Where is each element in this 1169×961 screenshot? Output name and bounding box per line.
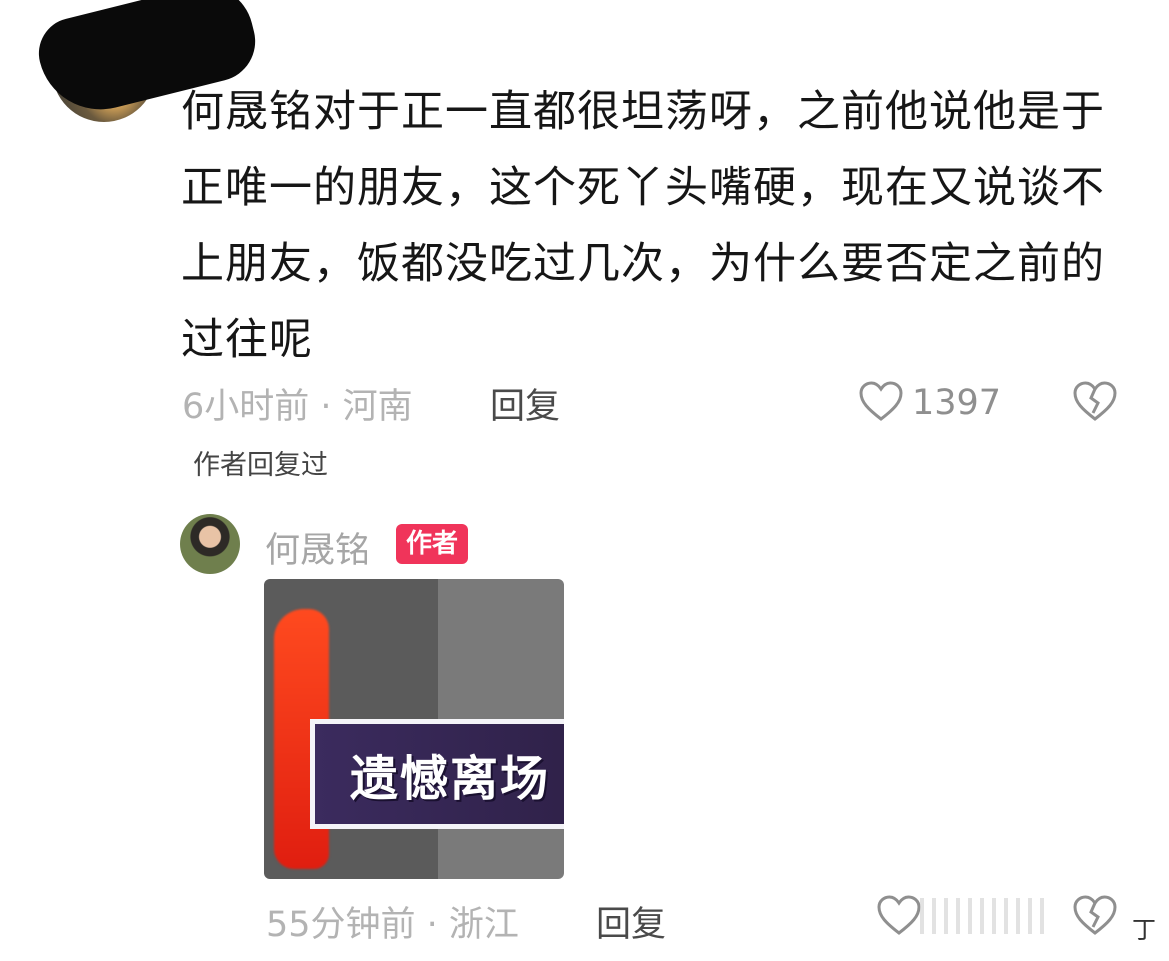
watermark-overlay — [920, 898, 1045, 934]
sticker-banner: 遗憾离场 — [310, 719, 564, 829]
like-count: 1397 — [912, 383, 1002, 423]
author-avatar[interactable] — [180, 514, 240, 574]
like-button[interactable]: 1397 — [858, 380, 1001, 426]
reply-time-location: 55分钟前 · 浙江 — [266, 905, 519, 945]
heart-icon — [858, 380, 904, 426]
comment-text: 何晟铭对于正一直都很坦荡呀，之前他说他是于正唯一的朋友，这个死丫头嘴硬，现在又说… — [181, 87, 1105, 365]
broken-heart-icon — [1073, 895, 1117, 935]
sticker-text: 遗憾离场 — [349, 751, 550, 807]
like-button-2[interactable] — [876, 894, 922, 940]
reply-sticker-image[interactable]: 遗憾离场 — [264, 579, 564, 879]
reply-button-2[interactable]: 回复 — [596, 896, 666, 947]
dislike-button[interactable] — [1072, 380, 1118, 426]
author-replied-label[interactable]: 作者回复过 — [193, 443, 328, 482]
heart-icon — [877, 895, 921, 935]
author-badge: 作者 — [396, 524, 469, 564]
watermark-tail: 丁 — [1132, 916, 1156, 944]
comment-time-location: 6小时前 · 河南 — [182, 387, 413, 427]
broken-heart-icon — [1073, 381, 1117, 421]
author-name[interactable]: 何晟铭 — [265, 522, 370, 573]
dislike-button-2[interactable] — [1072, 894, 1118, 940]
reply-button[interactable]: 回复 — [490, 378, 560, 429]
